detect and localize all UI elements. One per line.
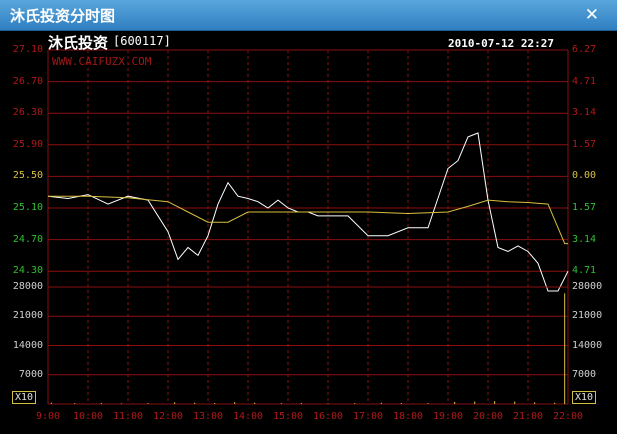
time-tick-label: 13:00 bbox=[192, 411, 224, 422]
datetime-readout: 2010-07-12 22:27 bbox=[448, 37, 554, 50]
price-tick-label: 24.30 bbox=[12, 265, 43, 277]
time-tick-label: 20:00 bbox=[472, 411, 504, 422]
watermark: WWW.CAIFUZX.COM bbox=[52, 55, 152, 68]
percent-tick-label: 3.14 bbox=[572, 107, 597, 119]
percent-tick-label: 1.57 bbox=[572, 138, 597, 150]
stock-name: 沐氏投资 bbox=[48, 34, 109, 52]
volume-tick-label: 14000 bbox=[12, 339, 43, 351]
price-tick-label: 25.50 bbox=[12, 170, 43, 182]
time-tick-label: 17:00 bbox=[352, 411, 384, 422]
time-tick-label: 16:00 bbox=[312, 411, 344, 422]
average-line bbox=[48, 195, 568, 245]
time-tick-label: 22:00 bbox=[552, 411, 584, 422]
volume-scale-box: X10 bbox=[572, 391, 597, 404]
time-tick-label: 9:00 bbox=[35, 411, 61, 422]
volume-scale-box: X10 bbox=[12, 391, 37, 404]
price-tick-label: 26.70 bbox=[12, 75, 43, 87]
percent-tick-label: 0.00 bbox=[572, 170, 597, 182]
price-tick-label: 25.90 bbox=[12, 138, 43, 150]
volume-tick-label: 28000 bbox=[12, 281, 43, 292]
time-tick-label: 10:00 bbox=[72, 411, 104, 422]
percent-tick-label: 3.14 bbox=[572, 233, 597, 245]
price-tick-label: 26.30 bbox=[12, 107, 43, 119]
percent-tick-label: 1.57 bbox=[572, 202, 597, 213]
volume-tick-label: 14000 bbox=[572, 339, 603, 351]
time-tick-label: 18:00 bbox=[392, 411, 424, 422]
time-tick-label: 12:00 bbox=[152, 411, 184, 422]
percent-tick-label: 4.71 bbox=[572, 75, 597, 87]
time-tick-label: 19:00 bbox=[432, 411, 464, 422]
volume-tick-label: 28000 bbox=[572, 281, 603, 292]
time-tick-label: 15:00 bbox=[272, 411, 304, 422]
volume-tick-label: 7000 bbox=[572, 368, 597, 380]
price-tick-label: 27.10 bbox=[12, 44, 43, 55]
time-tick-label: 21:00 bbox=[512, 411, 544, 422]
percent-tick-label: 6.27 bbox=[572, 44, 597, 55]
price-tick-label: 24.70 bbox=[12, 233, 43, 245]
time-tick-label: 11:00 bbox=[112, 411, 144, 422]
percent-tick-label: 4.71 bbox=[572, 265, 597, 277]
volume-tick-label: 21000 bbox=[12, 310, 43, 322]
stock-code: [600117] bbox=[113, 34, 171, 48]
volume-tick-label: 7000 bbox=[18, 368, 43, 380]
time-tick-label: 14:00 bbox=[232, 411, 264, 422]
volume-tick-label: 21000 bbox=[572, 310, 603, 322]
price-tick-label: 25.10 bbox=[12, 202, 43, 213]
